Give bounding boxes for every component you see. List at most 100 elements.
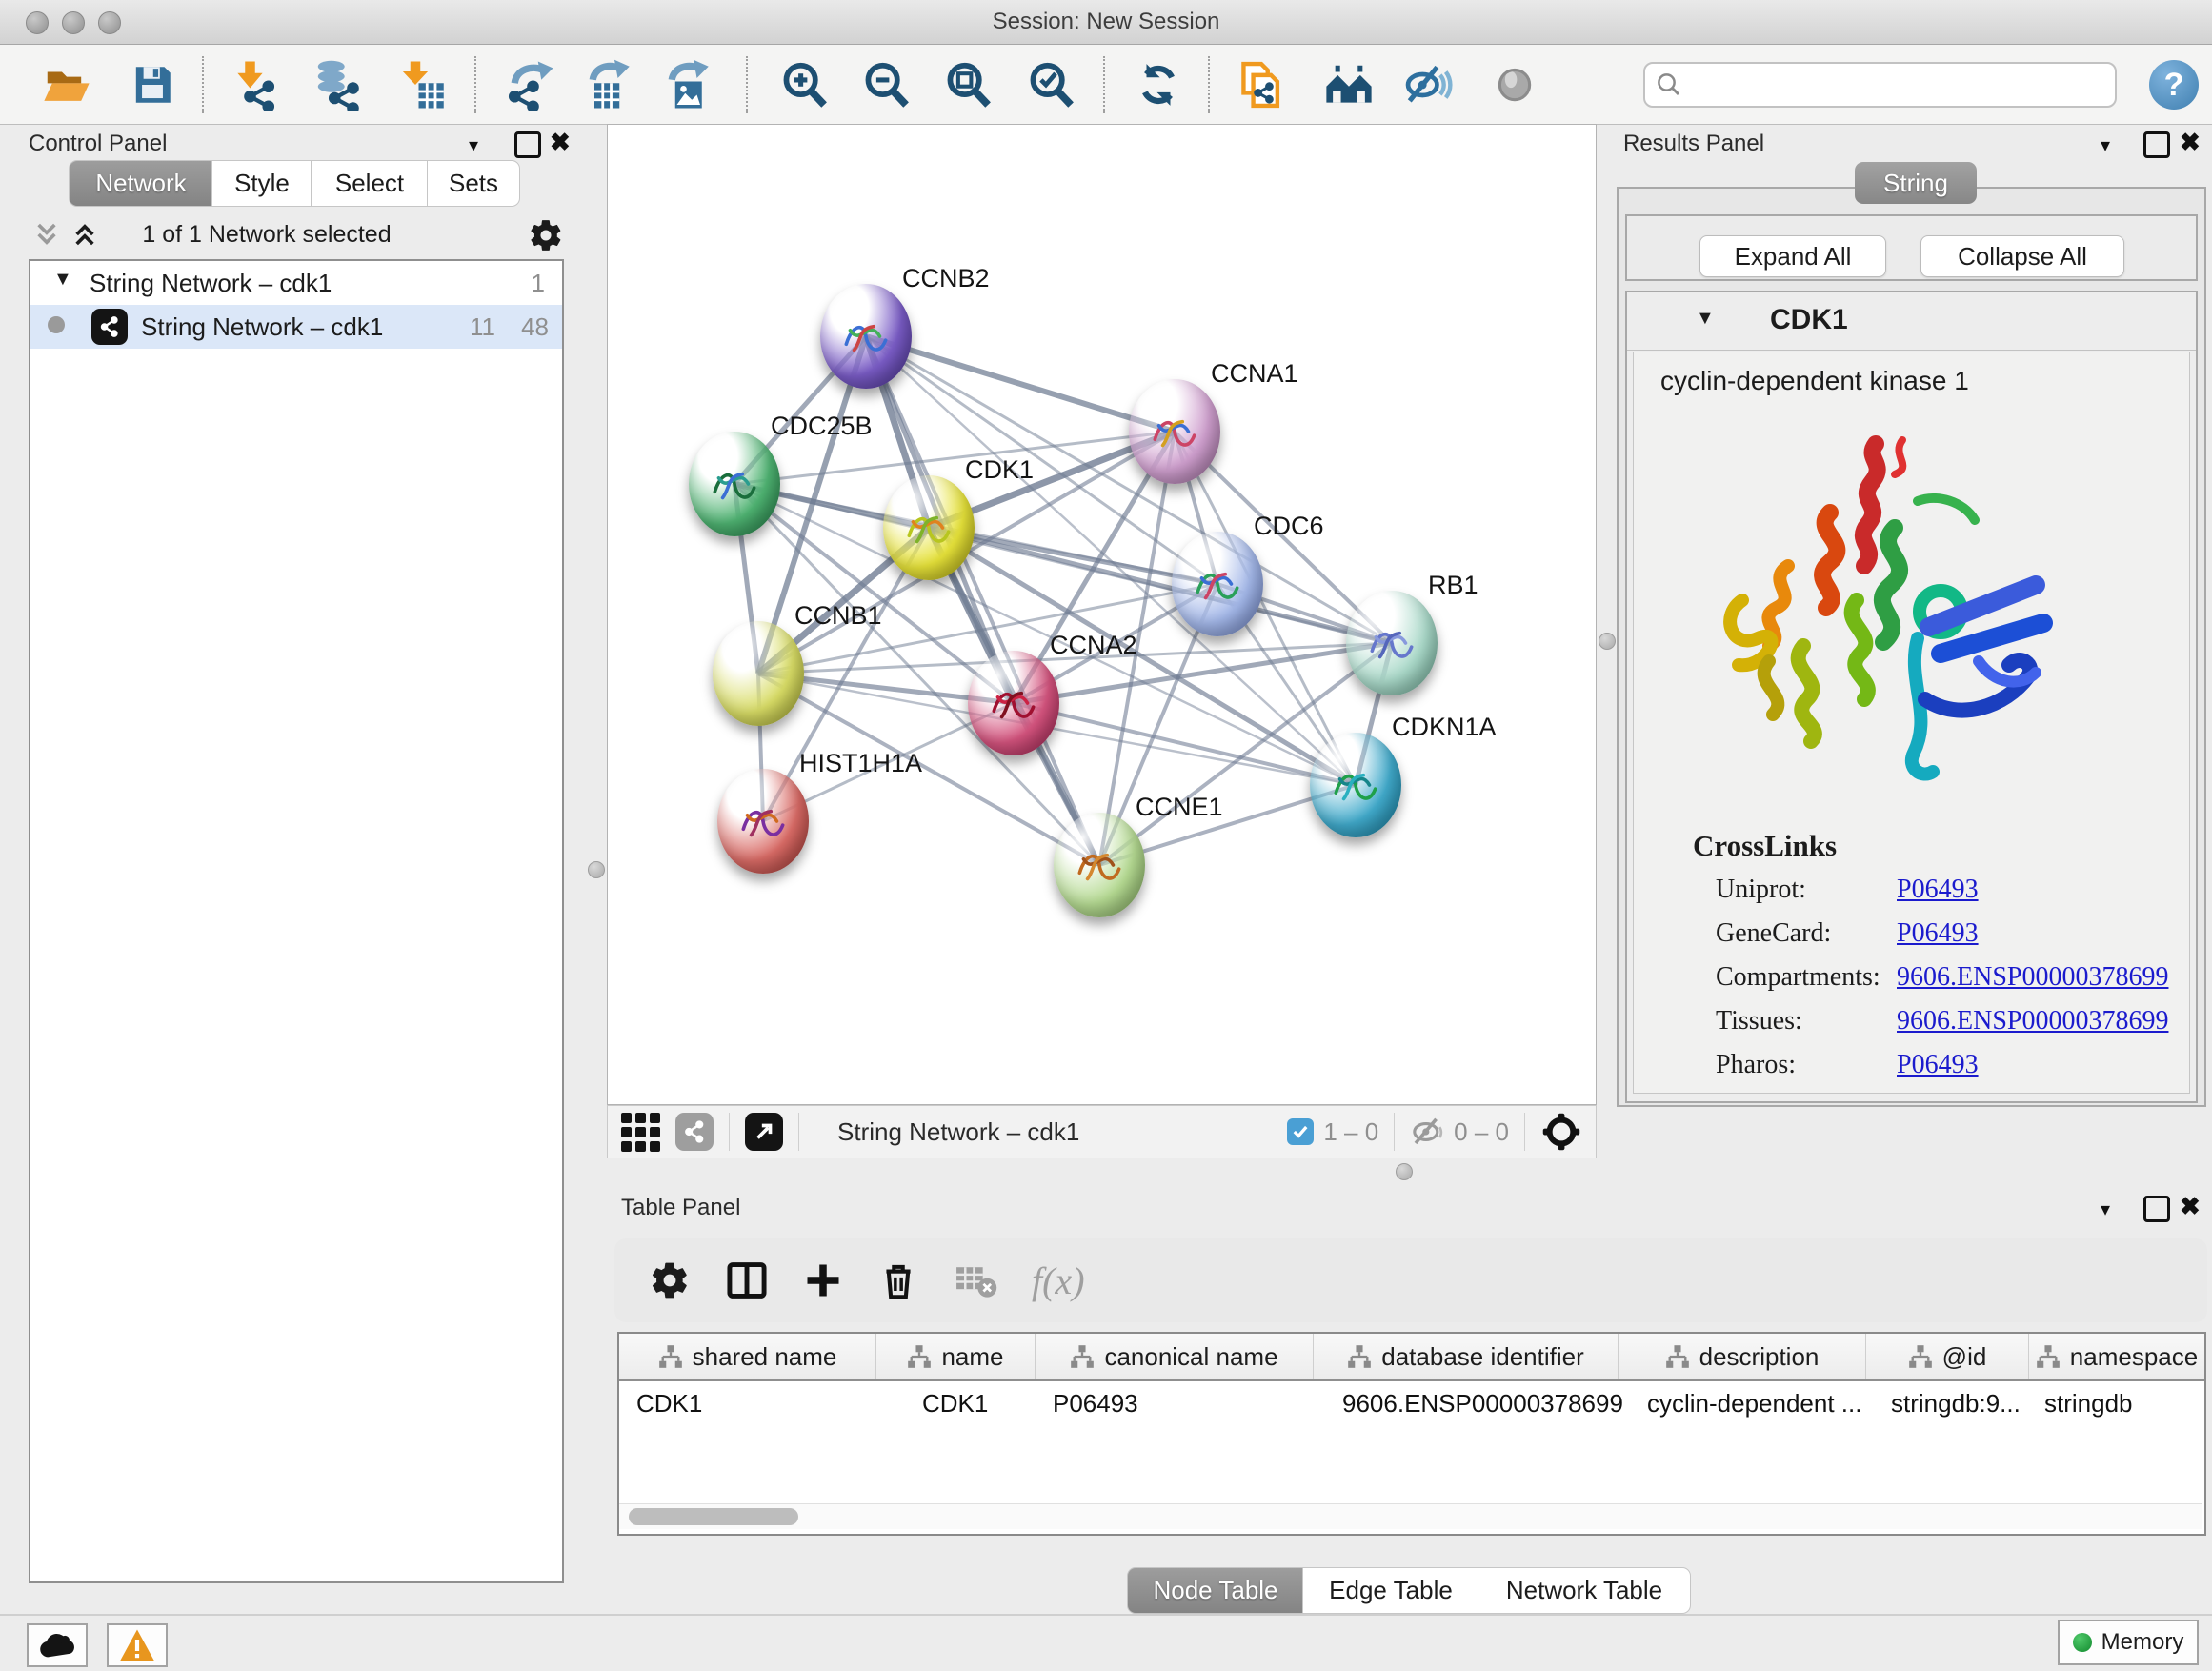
search-input[interactable] bbox=[1683, 70, 2105, 99]
show-panel-eye-icon[interactable] bbox=[1488, 58, 1541, 111]
toolbar-separator bbox=[474, 56, 476, 113]
network-node-CCNA1[interactable] bbox=[1129, 379, 1220, 484]
network-overview-icon[interactable] bbox=[1322, 58, 1376, 111]
network-node-CCNE1[interactable] bbox=[1054, 813, 1145, 917]
control-panel-close-icon[interactable]: ✖ bbox=[550, 128, 571, 157]
protein-structure-thumbnail bbox=[734, 792, 793, 851]
clone-network-icon[interactable] bbox=[1235, 58, 1288, 111]
cloud-status-button[interactable] bbox=[27, 1623, 88, 1667]
delete-column-icon[interactable] bbox=[877, 1259, 919, 1301]
network-options-gear-icon[interactable] bbox=[528, 217, 564, 253]
crosslink-label: Tissues: bbox=[1716, 1006, 1802, 1036]
cell-database-identifier[interactable]: 9606.ENSP00000378699 bbox=[1314, 1381, 1619, 1425]
warnings-button[interactable] bbox=[107, 1623, 168, 1667]
crosslink-link[interactable]: 9606.ENSP00000378699 bbox=[1897, 1006, 2168, 1037]
collapse-all-button[interactable]: Collapse All bbox=[1920, 235, 2124, 277]
cell-id[interactable]: stringdb:9... bbox=[1866, 1381, 2029, 1425]
expand-all-button[interactable]: Expand All bbox=[1699, 235, 1886, 277]
tab-network[interactable]: Network bbox=[69, 160, 213, 207]
network-node-HIST1H1A[interactable] bbox=[717, 769, 809, 874]
results-panel-close-icon[interactable]: ✖ bbox=[2180, 128, 2201, 157]
selected-checkbox-icon[interactable] bbox=[1287, 1118, 1314, 1145]
tab-sets[interactable]: Sets bbox=[427, 160, 520, 207]
column-header[interactable]: name bbox=[876, 1334, 1036, 1379]
network-canvas[interactable]: CCNB2CCNA1CDC25BCDK1CDC6RB1CCNB1CCNA2CDK… bbox=[607, 124, 1597, 1105]
column-header[interactable]: shared name bbox=[619, 1334, 876, 1379]
open-in-window-icon[interactable] bbox=[745, 1113, 783, 1151]
network-node-RB1[interactable] bbox=[1346, 591, 1438, 695]
control-panel-float-icon[interactable] bbox=[514, 131, 541, 164]
show-grid-icon[interactable] bbox=[621, 1113, 660, 1152]
export-network-icon[interactable] bbox=[503, 58, 556, 111]
tab-select[interactable]: Select bbox=[311, 160, 429, 207]
cell-description[interactable]: cyclin-dependent ... bbox=[1619, 1381, 1866, 1425]
results-panel-menu-icon[interactable]: ▾ bbox=[2101, 132, 2110, 157]
gene-collapse-icon[interactable]: ▼ bbox=[1696, 308, 1715, 330]
tab-network-table[interactable]: Network Table bbox=[1478, 1567, 1691, 1614]
birds-eye-view-icon[interactable] bbox=[1540, 1111, 1582, 1153]
network-node-CCNB2[interactable] bbox=[820, 284, 912, 389]
column-header[interactable]: database identifier bbox=[1314, 1334, 1619, 1379]
show-columns-icon[interactable] bbox=[725, 1258, 769, 1302]
export-table-icon[interactable] bbox=[581, 58, 634, 111]
tab-node-table[interactable]: Node Table bbox=[1127, 1567, 1304, 1614]
collection-expand-icon[interactable]: ▼ bbox=[53, 269, 72, 291]
table-options-gear-icon[interactable] bbox=[649, 1259, 691, 1301]
network-node-CDC6[interactable] bbox=[1172, 532, 1263, 636]
network-node-CCNB1[interactable] bbox=[713, 621, 804, 726]
crosslink-link[interactable]: P06493 bbox=[1897, 875, 1979, 905]
left-splitter-handle[interactable] bbox=[588, 861, 605, 878]
column-header[interactable]: canonical name bbox=[1036, 1334, 1314, 1379]
column-header[interactable]: @id bbox=[1866, 1334, 2029, 1379]
crosslink-link[interactable]: P06493 bbox=[1897, 1050, 1979, 1080]
refresh-icon[interactable] bbox=[1132, 58, 1185, 111]
control-panel-menu-icon[interactable]: ▾ bbox=[469, 132, 478, 157]
network-node-CDKN1A[interactable] bbox=[1310, 733, 1401, 837]
tab-edge-table[interactable]: Edge Table bbox=[1302, 1567, 1479, 1614]
table-horizontal-scrollbar[interactable] bbox=[619, 1503, 2202, 1529]
string-badge-icon[interactable] bbox=[675, 1113, 714, 1151]
scrollbar-thumb[interactable] bbox=[629, 1508, 798, 1525]
network-list: ▼ String Network – cdk1 1 String Network… bbox=[29, 259, 564, 1583]
results-panel-float-icon[interactable] bbox=[2143, 131, 2170, 164]
crosslink-link[interactable]: P06493 bbox=[1897, 918, 1979, 949]
search-field[interactable] bbox=[1643, 62, 2117, 108]
tab-style[interactable]: Style bbox=[211, 160, 312, 207]
network-node-CDC25B[interactable] bbox=[689, 432, 780, 536]
zoom-in-icon[interactable] bbox=[777, 58, 831, 111]
save-session-icon[interactable] bbox=[126, 58, 179, 111]
results-tab-string[interactable]: String bbox=[1855, 162, 1977, 204]
memory-button[interactable]: Memory bbox=[2058, 1620, 2199, 1665]
network-node-CCNA2[interactable] bbox=[968, 651, 1059, 755]
import-database-icon[interactable] bbox=[310, 58, 363, 111]
network-row[interactable]: String Network – cdk1 11 48 bbox=[30, 305, 562, 349]
table-toolbar: f(x) bbox=[614, 1238, 2207, 1322]
right-splitter-handle[interactable] bbox=[1599, 633, 1616, 650]
table-panel-float-icon[interactable] bbox=[2143, 1196, 2170, 1228]
column-header[interactable]: description bbox=[1619, 1334, 1866, 1379]
table-panel-close-icon[interactable]: ✖ bbox=[2180, 1192, 2201, 1221]
footer-separator bbox=[798, 1113, 799, 1151]
zoom-selected-icon[interactable] bbox=[1024, 58, 1077, 111]
cell-namespace[interactable]: stringdb bbox=[2029, 1381, 2204, 1425]
table-panel-menu-icon[interactable]: ▾ bbox=[2101, 1197, 2110, 1221]
crosslink-link[interactable]: 9606.ENSP00000378699 bbox=[1897, 962, 2168, 993]
open-file-icon[interactable] bbox=[40, 58, 93, 111]
network-node-CDK1[interactable] bbox=[883, 475, 975, 580]
cell-shared-name[interactable]: CDK1 bbox=[619, 1381, 876, 1425]
export-image-icon[interactable] bbox=[660, 58, 714, 111]
cell-name[interactable]: CDK1 bbox=[876, 1381, 1036, 1425]
import-network-icon[interactable] bbox=[227, 58, 280, 111]
import-table-icon[interactable] bbox=[395, 58, 449, 111]
help-icon[interactable]: ? bbox=[2149, 60, 2199, 110]
network-collection-row[interactable]: ▼ String Network – cdk1 1 bbox=[30, 261, 562, 305]
column-header[interactable]: namespace bbox=[2029, 1334, 2204, 1379]
table-row[interactable]: CDK1 CDK1 P06493 9606.ENSP00000378699 cy… bbox=[619, 1381, 2204, 1425]
zoom-fit-icon[interactable] bbox=[941, 58, 995, 111]
zoom-out-icon[interactable] bbox=[859, 58, 913, 111]
cell-canonical-name[interactable]: P06493 bbox=[1036, 1381, 1314, 1425]
hide-panel-eye-icon[interactable] bbox=[1402, 58, 1456, 111]
gene-section-header[interactable]: ▼ CDK1 bbox=[1627, 292, 2196, 351]
horizontal-splitter-handle[interactable] bbox=[1396, 1163, 1413, 1180]
add-column-icon[interactable] bbox=[803, 1260, 843, 1300]
